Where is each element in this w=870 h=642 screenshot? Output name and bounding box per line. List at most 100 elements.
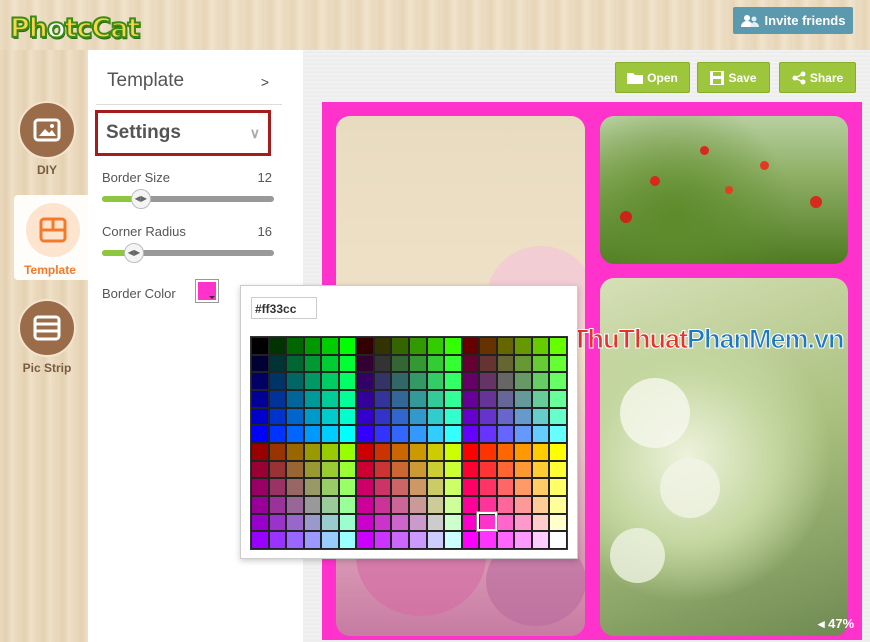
- color-cell[interactable]: [303, 372, 322, 390]
- color-cell[interactable]: [321, 442, 339, 461]
- hex-color-input[interactable]: #ff33cc: [251, 297, 317, 319]
- color-cell[interactable]: [479, 442, 497, 461]
- color-cell[interactable]: [268, 460, 287, 479]
- color-cell[interactable]: [303, 442, 322, 461]
- color-cell[interactable]: [338, 531, 357, 549]
- color-cell[interactable]: [356, 425, 374, 443]
- color-cell[interactable]: [531, 372, 550, 390]
- color-cell[interactable]: [373, 407, 392, 426]
- color-cell[interactable]: [391, 407, 409, 426]
- color-cell[interactable]: [479, 531, 497, 549]
- color-cell[interactable]: [373, 354, 392, 373]
- color-cell[interactable]: [356, 354, 374, 373]
- color-cell[interactable]: [408, 531, 427, 549]
- color-cell[interactable]: [356, 337, 374, 355]
- color-cell[interactable]: [268, 354, 287, 373]
- color-cell[interactable]: [391, 460, 409, 479]
- color-cell[interactable]: [251, 513, 269, 532]
- color-cell[interactable]: [373, 460, 392, 479]
- color-cell[interactable]: [321, 337, 339, 355]
- color-cell[interactable]: [514, 460, 532, 479]
- color-cell[interactable]: [549, 478, 567, 496]
- color-cell[interactable]: [286, 372, 304, 390]
- color-cell[interactable]: [408, 478, 427, 496]
- color-cell[interactable]: [373, 442, 392, 461]
- nav-item-pic-strip[interactable]: Pic Strip: [12, 293, 82, 378]
- color-cell[interactable]: [426, 337, 445, 355]
- color-cell[interactable]: [549, 337, 567, 355]
- color-cell[interactable]: [286, 389, 304, 408]
- color-cell[interactable]: [408, 407, 427, 426]
- color-cell[interactable]: [531, 442, 550, 461]
- color-cell[interactable]: [514, 531, 532, 549]
- color-cell[interactable]: [514, 372, 532, 390]
- photocat-logo[interactable]: Ph o tcCat: [9, 8, 141, 48]
- color-cell[interactable]: [531, 337, 550, 355]
- color-cell[interactable]: [408, 354, 427, 373]
- color-cell[interactable]: [531, 513, 550, 532]
- color-cell[interactable]: [356, 442, 374, 461]
- color-cell[interactable]: [338, 495, 357, 514]
- template-section-toggle[interactable]: Template >: [107, 70, 269, 94]
- color-cell[interactable]: [356, 531, 374, 549]
- color-cell[interactable]: [268, 442, 287, 461]
- color-cell[interactable]: [426, 425, 445, 443]
- color-cell[interactable]: [286, 495, 304, 514]
- color-cell[interactable]: [531, 531, 550, 549]
- color-cell[interactable]: [549, 354, 567, 373]
- corner-radius-slider[interactable]: ◀▶: [102, 243, 274, 263]
- color-cell[interactable]: [426, 513, 445, 532]
- share-button[interactable]: Share: [779, 62, 856, 93]
- color-cell[interactable]: [251, 425, 269, 443]
- color-cell[interactable]: [303, 478, 322, 496]
- color-cell[interactable]: [408, 389, 427, 408]
- border-size-slider[interactable]: ◀▶: [102, 189, 274, 209]
- color-cell[interactable]: [479, 478, 497, 496]
- color-cell[interactable]: [426, 372, 445, 390]
- color-cell[interactable]: [321, 460, 339, 479]
- color-cell[interactable]: [303, 407, 322, 426]
- color-cell[interactable]: [391, 337, 409, 355]
- color-cell[interactable]: [373, 337, 392, 355]
- color-cell[interactable]: [461, 407, 480, 426]
- color-cell[interactable]: [549, 513, 567, 532]
- border-color-swatch[interactable]: [195, 279, 219, 303]
- color-cell[interactable]: [479, 337, 497, 355]
- color-cell[interactable]: [338, 478, 357, 496]
- color-cell[interactable]: [268, 407, 287, 426]
- color-cell[interactable]: [549, 407, 567, 426]
- open-button[interactable]: Open: [615, 62, 690, 93]
- photo-slot-poppies[interactable]: [600, 116, 848, 264]
- color-cell[interactable]: [496, 495, 515, 514]
- color-cell[interactable]: [373, 478, 392, 496]
- color-cell[interactable]: [461, 354, 480, 373]
- color-cell[interactable]: [356, 478, 374, 496]
- color-cell[interactable]: [391, 513, 409, 532]
- color-cell[interactable]: [444, 460, 462, 479]
- color-cell[interactable]: [461, 460, 480, 479]
- color-cell[interactable]: [479, 407, 497, 426]
- color-cell[interactable]: [373, 531, 392, 549]
- color-cell[interactable]: [408, 442, 427, 461]
- color-cell[interactable]: [268, 531, 287, 549]
- color-cell[interactable]: [496, 425, 515, 443]
- color-cell[interactable]: [268, 337, 287, 355]
- color-cell[interactable]: [426, 531, 445, 549]
- color-cell[interactable]: [496, 389, 515, 408]
- color-cell[interactable]: [268, 425, 287, 443]
- color-cell[interactable]: [338, 425, 357, 443]
- color-cell[interactable]: [549, 425, 567, 443]
- color-cell[interactable]: [514, 354, 532, 373]
- color-cell[interactable]: [444, 478, 462, 496]
- color-cell[interactable]: [408, 372, 427, 390]
- color-cell[interactable]: [479, 425, 497, 443]
- color-cell[interactable]: [496, 531, 515, 549]
- color-cell[interactable]: [531, 407, 550, 426]
- color-cell[interactable]: [303, 513, 322, 532]
- color-cell[interactable]: [426, 478, 445, 496]
- color-cell[interactable]: [321, 372, 339, 390]
- color-cell[interactable]: [321, 354, 339, 373]
- color-cell[interactable]: [338, 513, 357, 532]
- color-cell[interactable]: [251, 407, 269, 426]
- color-cell[interactable]: [408, 460, 427, 479]
